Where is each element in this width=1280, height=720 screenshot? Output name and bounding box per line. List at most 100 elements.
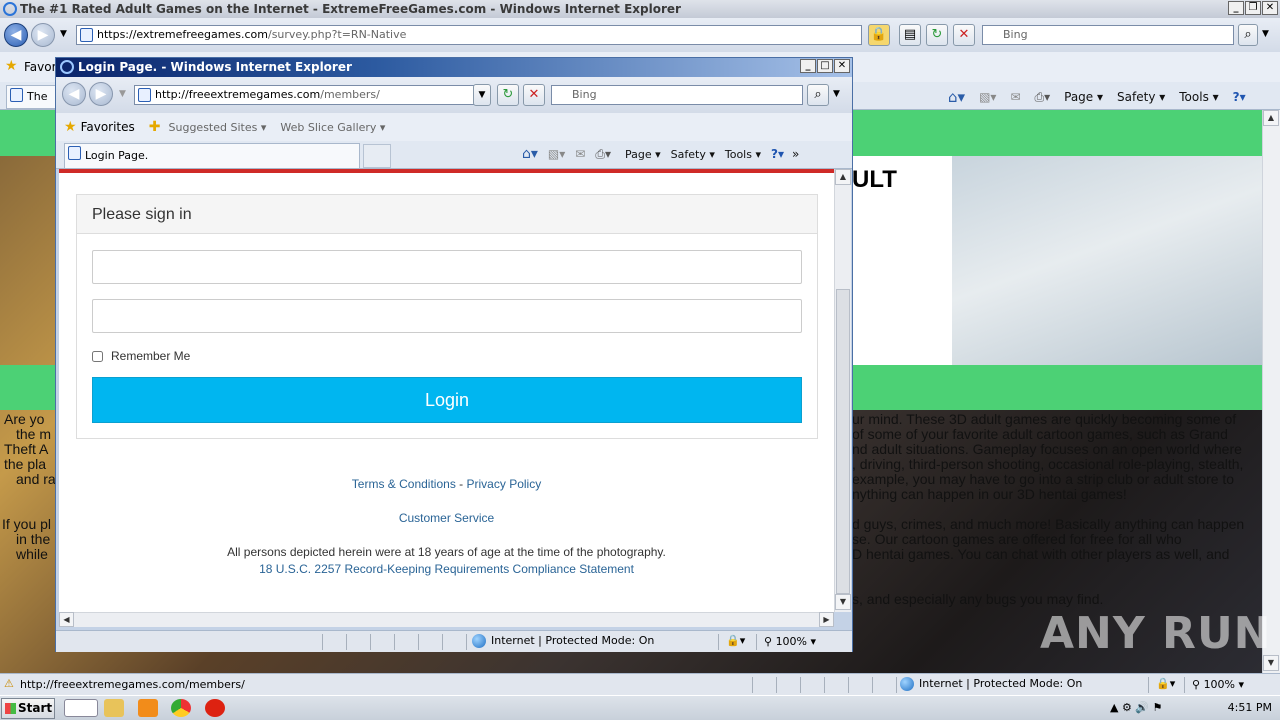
more-commands-icon[interactable]: »: [792, 147, 799, 161]
popup-maximize-button[interactable]: □: [817, 59, 833, 73]
remember-me-label: Remember Me: [111, 349, 191, 363]
main-tab[interactable]: The #: [6, 85, 56, 109]
popup-stop-icon[interactable]: ✕: [523, 84, 545, 106]
popup-tab-login[interactable]: Login Page.: [64, 143, 360, 168]
popup-favorites-bar: ★ Favorites ✚ Suggested Sites ▾ Web Slic…: [56, 113, 852, 141]
body-text-line: D hentai games. You can chat with other …: [852, 546, 1230, 562]
forward-button[interactable]: ▶: [31, 23, 55, 47]
back-button[interactable]: ◀: [4, 23, 28, 47]
tray-icons[interactable]: ▲ ⚙ 🔊 ⚑: [1110, 701, 1162, 714]
left-text-line: Theft A: [4, 441, 49, 457]
login-button[interactable]: Login: [92, 377, 802, 423]
customer-service-row: Customer Service: [59, 511, 834, 525]
taskbar-ie-icon[interactable]: [64, 699, 98, 717]
popup-address-bar[interactable]: http://freeextremegames.com/members/: [134, 85, 489, 105]
top-accent-bar: [59, 169, 834, 173]
recent-pages-icon[interactable]: ▼: [60, 29, 67, 39]
page-menu[interactable]: Page ▾: [1064, 90, 1103, 104]
page-icon: [138, 88, 151, 102]
address-dropdown-icon[interactable]: ▼: [473, 84, 491, 106]
favorites-button[interactable]: Favorites: [81, 120, 135, 134]
main-search-input[interactable]: Bing: [982, 25, 1234, 45]
popup-vertical-scrollbar[interactable]: ▲ ▼: [834, 169, 851, 612]
restore-button[interactable]: ❐: [1245, 1, 1261, 15]
compatibility-view-icon[interactable]: ▤: [899, 24, 921, 46]
anyrun-watermark: ANY RUN: [1040, 608, 1272, 659]
minimize-button[interactable]: _: [1228, 1, 1244, 15]
refresh-icon[interactable]: ↻: [926, 24, 948, 46]
zoom-control[interactable]: ⚲ 100% ▾: [1192, 678, 1244, 691]
safety-menu[interactable]: Safety ▾: [671, 148, 715, 161]
close-button[interactable]: ✕: [1262, 1, 1278, 15]
print-icon[interactable]: ⎙▾: [595, 147, 611, 162]
read-mail-icon[interactable]: ✉: [575, 147, 585, 161]
popup-command-bar: ⌂▾ ▧▾ ✉ ⎙▾ Page ▾ Safety ▾ Tools ▾ ?▾ »: [522, 146, 799, 162]
suggested-sites-link[interactable]: Suggested Sites ▾: [169, 121, 267, 134]
lock-icon[interactable]: 🔒: [868, 24, 890, 46]
legal-links: Terms & Conditions - Privacy Policy: [59, 477, 834, 491]
protected-mode-icon[interactable]: 🔒▾: [726, 634, 745, 647]
popup-horizontal-scrollbar[interactable]: ◀ ▶: [59, 612, 834, 627]
feeds-icon[interactable]: ▧▾: [548, 147, 565, 161]
search-options-icon[interactable]: ▼: [1262, 29, 1269, 39]
popup-refresh-icon[interactable]: ↻: [497, 84, 519, 106]
age-statement: All persons depicted herein were at 18 y…: [227, 545, 666, 559]
taskbar-security-icon[interactable]: [205, 699, 225, 717]
add-favorites-icon[interactable]: ✚: [149, 119, 161, 135]
sign-in-panel: Please sign in Remember Me Login: [76, 194, 818, 439]
taskbar-media-player-icon[interactable]: [138, 699, 158, 717]
password-input[interactable]: [92, 299, 802, 333]
popup-close-button[interactable]: ✕: [834, 59, 850, 73]
safety-menu[interactable]: Safety ▾: [1117, 90, 1165, 104]
search-options-icon[interactable]: ▼: [833, 89, 840, 99]
main-vertical-scrollbar[interactable]: ▲ ▼: [1262, 110, 1280, 673]
tools-menu[interactable]: Tools ▾: [725, 148, 761, 161]
main-status-bar: ⚠ http://freeextremegames.com/members/ I…: [0, 673, 1280, 695]
tools-menu[interactable]: Tools ▾: [1179, 90, 1218, 104]
popup-minimize-button[interactable]: _: [800, 59, 816, 73]
body-text-line: example, you may have to go into a strip…: [852, 471, 1235, 487]
login-page-content: Please sign in Remember Me Login Terms &…: [59, 169, 834, 612]
print-icon[interactable]: ⎙▾: [1035, 90, 1051, 105]
help-icon[interactable]: ?▾: [1233, 90, 1246, 104]
recent-pages-icon[interactable]: ▼: [119, 89, 126, 99]
remember-me-row[interactable]: Remember Me: [92, 349, 190, 363]
popup-search-icon[interactable]: ⌕: [807, 84, 829, 106]
protected-mode-icon[interactable]: 🔒▾: [1156, 677, 1175, 690]
clock[interactable]: 4:51 PM: [1228, 701, 1272, 714]
popup-back-button[interactable]: ◀: [62, 82, 86, 106]
stop-icon[interactable]: ✕: [953, 24, 975, 46]
popup-search-input[interactable]: Bing: [551, 85, 803, 105]
scroll-down-icon[interactable]: ▼: [835, 594, 851, 610]
compliance-statement-link[interactable]: 18 U.S.C. 2257 Record-Keeping Requiremen…: [259, 562, 634, 576]
remember-me-checkbox[interactable]: [92, 351, 103, 363]
terms-link[interactable]: Terms & Conditions: [352, 477, 456, 491]
main-address-bar[interactable]: https://extremefreegames.com/survey.php?…: [76, 25, 862, 45]
username-input[interactable]: [92, 250, 802, 284]
tab-page-icon: [68, 146, 81, 160]
popup-zoom-control[interactable]: ⚲ 100% ▾: [764, 635, 816, 648]
scroll-left-icon[interactable]: ◀: [59, 612, 74, 627]
scroll-up-icon[interactable]: ▲: [835, 169, 851, 185]
popup-title: Login Page. - Windows Internet Explorer: [78, 60, 352, 74]
customer-service-link[interactable]: Customer Service: [399, 511, 494, 525]
scroll-right-icon[interactable]: ▶: [819, 612, 834, 627]
page-icon: [80, 28, 93, 42]
taskbar-explorer-icon[interactable]: [104, 699, 124, 717]
read-mail-icon[interactable]: ✉: [1010, 90, 1020, 104]
home-icon[interactable]: ⌂▾: [522, 146, 538, 162]
popup-forward-button[interactable]: ▶: [89, 82, 113, 106]
taskbar-chrome-icon[interactable]: [171, 699, 191, 717]
help-icon[interactable]: ?▾: [771, 147, 784, 161]
page-menu[interactable]: Page ▾: [625, 148, 661, 161]
scroll-up-icon[interactable]: ▲: [1263, 110, 1279, 126]
scroll-thumb[interactable]: [836, 289, 850, 594]
search-icon[interactable]: ⌕: [1238, 24, 1258, 46]
web-slice-gallery-link[interactable]: Web Slice Gallery ▾: [280, 121, 385, 134]
privacy-link[interactable]: Privacy Policy: [467, 477, 542, 491]
home-icon[interactable]: ⌂▾: [948, 88, 965, 106]
left-text-line: and ra: [16, 471, 56, 487]
start-button[interactable]: Start: [1, 698, 55, 719]
new-tab-button[interactable]: [363, 144, 391, 168]
feeds-icon[interactable]: ▧▾: [979, 90, 996, 104]
